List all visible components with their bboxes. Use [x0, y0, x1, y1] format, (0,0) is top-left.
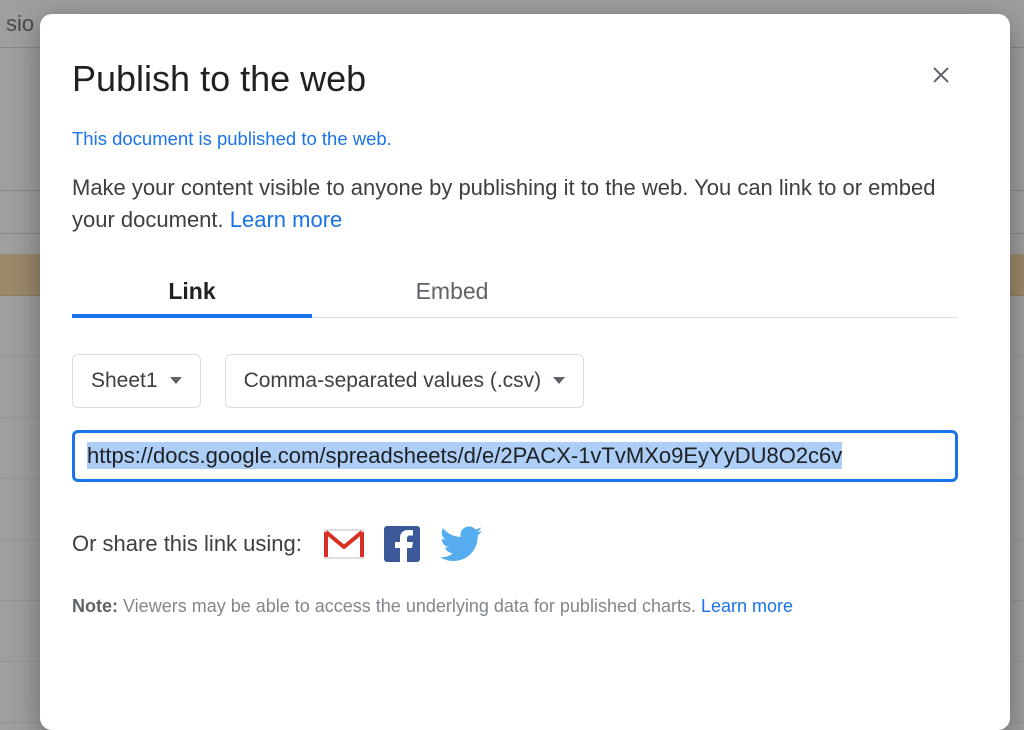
- description: Make your content visible to anyone by p…: [72, 172, 958, 236]
- share-row: Or share this link using:: [72, 526, 958, 562]
- share-icons: [324, 526, 482, 562]
- note: Note: Viewers may be able to access the …: [72, 596, 958, 617]
- dropdown-row: Sheet1 Comma-separated values (.csv): [72, 354, 958, 408]
- note-learn-more-link[interactable]: Learn more: [701, 596, 793, 616]
- facebook-icon[interactable]: [384, 526, 420, 562]
- format-dropdown-label: Comma-separated values (.csv): [244, 369, 542, 393]
- description-learn-more-link[interactable]: Learn more: [230, 207, 343, 232]
- chevron-down-icon: [170, 377, 182, 384]
- sheet-dropdown[interactable]: Sheet1: [72, 354, 201, 408]
- share-label: Or share this link using:: [72, 531, 302, 557]
- published-url-field[interactable]: https://docs.google.com/spreadsheets/d/e…: [72, 430, 958, 482]
- sheet-dropdown-label: Sheet1: [91, 369, 158, 393]
- twitter-icon[interactable]: [440, 526, 482, 562]
- tab-embed[interactable]: Embed: [312, 278, 592, 317]
- tabs: Link Embed: [72, 278, 958, 318]
- chevron-down-icon: [553, 377, 565, 384]
- publish-status-link[interactable]: This document is published to the web.: [72, 128, 392, 150]
- gmail-icon[interactable]: [324, 529, 364, 559]
- publish-dialog: Publish to the web This document is publ…: [40, 14, 1010, 730]
- close-icon[interactable]: [924, 58, 958, 97]
- dialog-title: Publish to the web: [72, 58, 366, 100]
- note-label: Note:: [72, 596, 118, 616]
- published-url-text: https://docs.google.com/spreadsheets/d/e…: [87, 442, 842, 469]
- description-text: Make your content visible to anyone by p…: [72, 175, 935, 232]
- format-dropdown[interactable]: Comma-separated values (.csv): [225, 354, 585, 408]
- dialog-header: Publish to the web: [72, 58, 958, 128]
- tab-link[interactable]: Link: [72, 278, 312, 317]
- note-text: Viewers may be able to access the underl…: [118, 596, 701, 616]
